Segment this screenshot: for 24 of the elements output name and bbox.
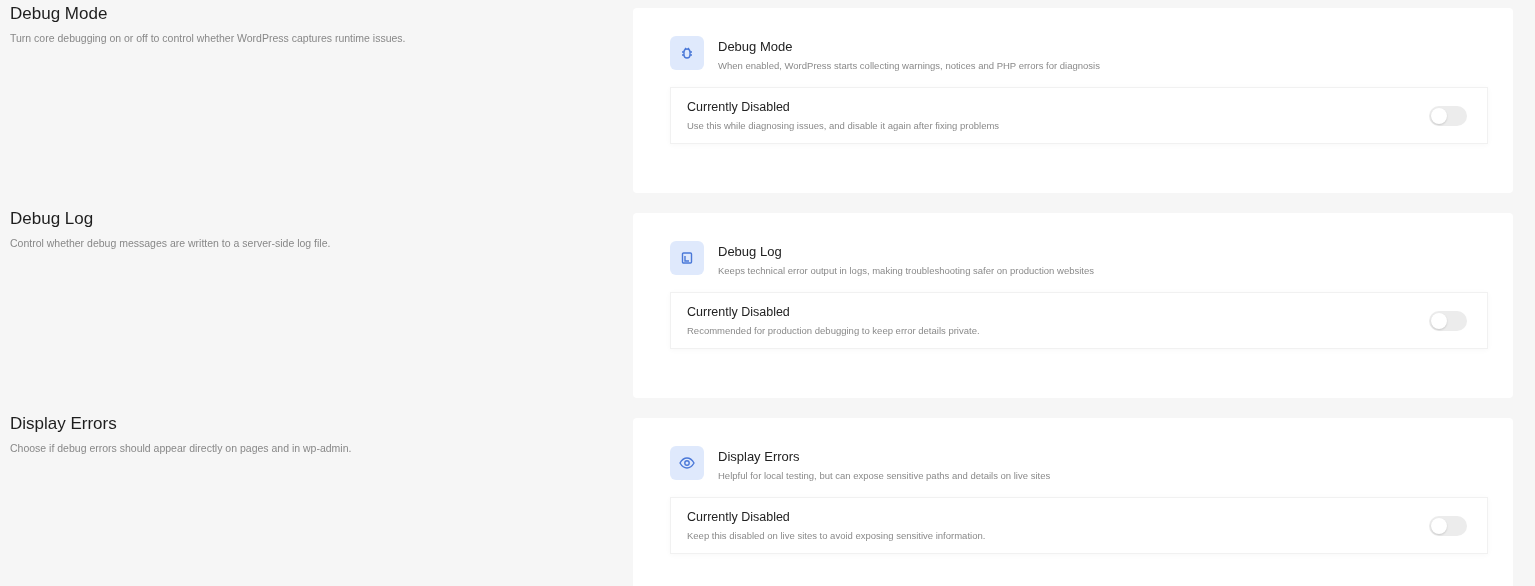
hint-text: Use this while diagnosing issues, and disable it again after fixing problems: [687, 120, 1000, 131]
section-title: Debug Log: [10, 209, 95, 229]
status-label: Currently Disabled: [687, 305, 791, 319]
status-label: Currently Disabled: [687, 100, 791, 114]
card-title: Display Errors: [718, 449, 801, 464]
section-description: Choose if debug errors should appear directly on pages and in wp-admin.: [10, 442, 353, 454]
bug-icon: [670, 36, 704, 70]
card-title: Debug Log: [718, 244, 783, 259]
toggle-switch[interactable]: [1429, 310, 1467, 331]
document-icon: [670, 241, 704, 275]
section-title: Debug Mode: [10, 4, 109, 24]
hint-text: Keep this disabled on live sites to avoid exposing sensitive information.: [687, 530, 986, 541]
toggle-switch[interactable]: [1429, 105, 1467, 126]
card-description: When enabled, WordPress starts collecting warnings, notices and PHP errors for diagnosis: [718, 60, 1100, 71]
card-title: Debug Mode: [718, 39, 794, 54]
section-title: Display Errors: [10, 414, 118, 434]
section-description: Control whether debug messages are written to a server-side log file.: [10, 237, 332, 249]
toggle-switch[interactable]: [1429, 515, 1467, 536]
eye-icon: [670, 446, 704, 480]
section-description: Turn core debugging on or off to control whether WordPress captures runtime issues.: [10, 32, 407, 44]
hint-text: Recommended for production debugging to keep error details private.: [687, 325, 980, 336]
card-description: Keeps technical error output in logs, making troubleshooting safer on production websites: [718, 265, 1094, 276]
card-description: Helpful for local testing, but can expose sensitive paths and details on live sites: [718, 470, 1051, 481]
status-label: Currently Disabled: [687, 510, 791, 524]
